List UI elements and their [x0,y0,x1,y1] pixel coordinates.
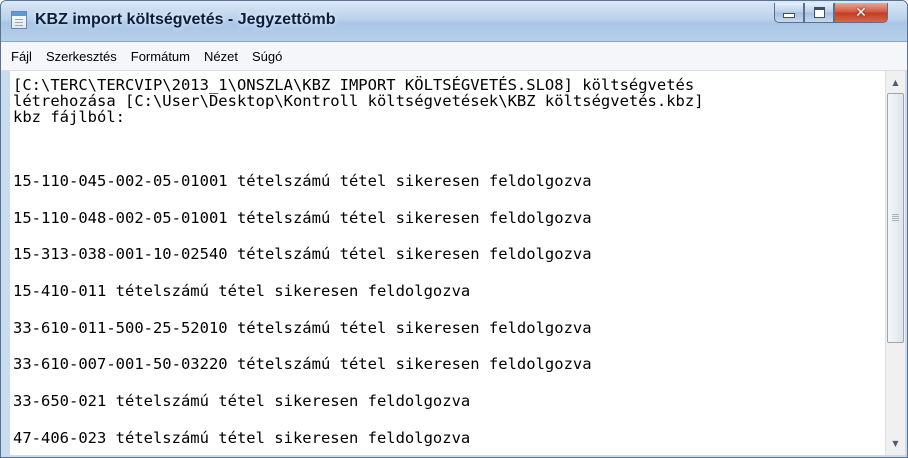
text-line: 15-313-038-001-10-02540 tételszámú tétel… [13,245,592,263]
close-icon: ✕ [855,4,867,21]
close-button[interactable]: ✕ [834,3,888,23]
title-bar[interactable]: KBZ import költségvetés - Jegyzettömb ✕ [1,1,907,42]
text-line: 33-610-007-001-50-03220 tételszámú tétel… [13,355,592,373]
text-line: 47-406-023 tételszámú tétel sikeresen fe… [13,429,471,447]
vertical-scrollbar[interactable]: ▲ ▼ [885,71,905,455]
text-line: 15-410-011 tételszámú tétel sikeresen fe… [13,282,471,300]
text-line: 15-110-045-002-05-01001 tételszámú tétel… [13,172,592,190]
window-title: KBZ import költségvetés - Jegyzettömb [35,11,336,28]
text-line: 15-110-048-002-05-01001 tételszámú tétel… [13,209,592,227]
text-line: 33-610-011-500-25-52010 tételszámú tétel… [13,319,592,337]
scrollbar-thumb[interactable] [887,93,904,343]
scroll-down-button[interactable]: ▼ [887,435,904,452]
minimize-button[interactable] [774,3,804,23]
menu-bar: Fájl Szerkesztés Formátum Nézet Súgó [1,42,907,71]
menu-help[interactable]: Súgó [245,49,289,64]
notepad-icon[interactable] [11,11,27,29]
menu-view[interactable]: Nézet [197,49,245,64]
text-line: kbz fájlból: [13,108,125,126]
maximize-icon [813,7,825,18]
text-editor[interactable]: [C:\TERC\TERCVIP\2013_1\ONSZLA\KBZ IMPOR… [10,71,885,455]
window-frame-left [1,71,10,457]
minimize-icon [783,13,795,18]
notepad-window: KBZ import költségvetés - Jegyzettömb ✕ … [0,0,908,458]
menu-format[interactable]: Formátum [124,49,197,64]
maximize-button[interactable] [804,3,834,23]
text-line: [C:\TERC\TERCVIP\2013_1\ONSZLA\KBZ IMPOR… [13,76,695,94]
text-line: 33-650-021 tételszámú tétel sikeresen fe… [13,392,471,410]
arrow-up-icon: ▲ [892,78,899,87]
scroll-up-button[interactable]: ▲ [887,74,904,91]
text-line: létrehozása [C:\User\Desktop\Kontroll kö… [13,92,704,110]
menu-file[interactable]: Fájl [1,49,39,64]
menu-edit[interactable]: Szerkesztés [39,49,124,64]
grip-icon [892,214,899,215]
arrow-down-icon: ▼ [892,439,899,448]
